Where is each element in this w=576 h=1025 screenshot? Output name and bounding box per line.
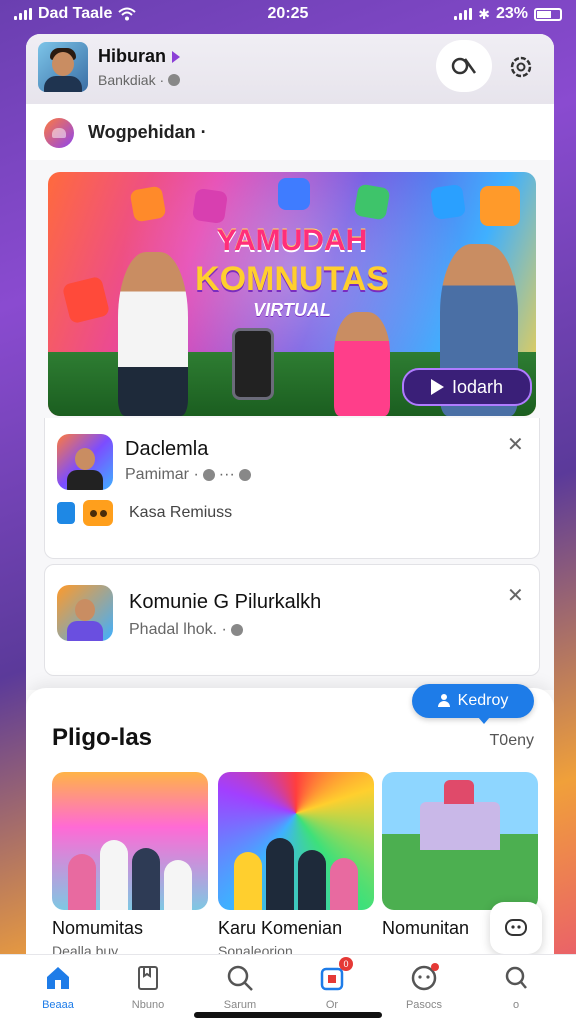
grid-item[interactable]: Karu Komenian Sonaleorion — [218, 772, 374, 959]
nav-chat-label: Pasocs — [405, 999, 443, 1011]
settings-button[interactable] — [504, 50, 538, 84]
app-icon — [129, 185, 167, 223]
grid-item[interactable]: Nomumitas Dealla buy — [52, 772, 208, 959]
featured-banner[interactable]: YAMUDAH KOMNUTAS VIRTUAL Iodarh — [48, 172, 536, 416]
nav-inbox-label: Or — [325, 999, 339, 1011]
discover-sheet: Kedroy Pligo-las T0eny Nomumitas Dealla … — [26, 684, 554, 959]
community-name: Wogpehidan · — [88, 122, 207, 142]
user-icon — [437, 694, 450, 708]
grid-item-image — [218, 772, 374, 910]
dismiss-card-button[interactable]: ✕ — [507, 432, 524, 457]
header-title: Hiburan — [98, 46, 167, 66]
banner-title-line1: YAMUDAH — [216, 224, 368, 257]
nav-chat[interactable]: Pasocs — [384, 963, 464, 1011]
follow-button-label: Kedroy — [457, 692, 509, 709]
close-button[interactable] — [436, 40, 492, 92]
card-subtitle: Phadal lhok. · — [129, 621, 227, 638]
close-icon — [451, 57, 477, 75]
status-right: ✱ 23% — [454, 5, 562, 23]
grid-item-label: Nomumitas — [52, 918, 144, 938]
dismiss-card-button[interactable]: ✕ — [507, 583, 524, 608]
chat-icon — [409, 963, 439, 993]
section-title: Pligo-las — [52, 724, 153, 751]
home-indicator — [194, 1012, 382, 1018]
app-header: Hiburan Bankdiak · — [26, 34, 554, 104]
group-icon — [238, 469, 251, 481]
app-icon — [480, 186, 520, 226]
community-grid: Nomumitas Dealla buy Karu Komenian Sonal… — [52, 772, 538, 959]
nav-search-label: Sarum — [223, 999, 257, 1011]
card-subtitle-row: Pamimar · ··· — [125, 466, 251, 484]
app-window: Hiburan Bankdiak · Wogpehidan · YAMUDAH … — [26, 34, 554, 1024]
grid-item-image — [52, 772, 208, 910]
header-subtitle: Bankdiak · — [98, 72, 165, 88]
header-subtitle-row: Bankdiak · — [98, 72, 181, 88]
see-all-link[interactable]: T0eny — [490, 732, 534, 750]
banner-title-line2: KOMNUTAS — [195, 260, 389, 298]
group-icon — [230, 624, 243, 636]
notification-badge: 0 — [339, 957, 353, 971]
nav-home[interactable]: Beaaa — [18, 963, 98, 1011]
app-icon — [353, 183, 391, 221]
bookmark-icon — [133, 963, 163, 993]
avatar[interactable] — [38, 42, 88, 92]
play-icon — [430, 379, 444, 395]
banner-title-line3: VIRTUAL — [253, 300, 331, 320]
battery-icon — [534, 7, 562, 21]
nav-home-label: Beaaa — [42, 999, 74, 1011]
grid-item-image — [382, 772, 538, 910]
person-figure — [334, 312, 390, 416]
ellipsis-icon: ··· — [218, 466, 235, 483]
app-icon — [429, 183, 467, 221]
nav-saved-label: Nbuno — [131, 999, 165, 1011]
home-icon — [43, 963, 73, 993]
lock-icon — [202, 469, 215, 481]
app-icon — [191, 187, 229, 225]
phone-illustration — [232, 328, 274, 400]
feed: YAMUDAH KOMNUTAS VIRTUAL Iodarh Daclemla… — [26, 160, 554, 690]
nav-inbox[interactable]: 0 Or — [292, 957, 372, 1011]
nav-profile-label: o — [512, 999, 520, 1011]
card-tag-label: Kasa Remiuss — [129, 504, 233, 521]
card-subtitle-row: Phadal lhok. · — [129, 621, 243, 639]
chat-bot-icon — [505, 919, 527, 936]
chat-fab-button[interactable] — [490, 902, 542, 954]
card-thumbnail — [57, 585, 113, 641]
profile-search-icon — [501, 963, 531, 993]
bluetooth-icon: ✱ — [478, 5, 490, 22]
community-card[interactable]: Komunie G Pilurkalkh Phadal lhok. · ✕ — [44, 564, 540, 676]
status-bar: Dad Taale 20:25 ✱ 23% — [0, 0, 576, 28]
cell-signal-icon — [454, 8, 473, 20]
watch-button-label: Iodarh — [451, 376, 504, 397]
app-icon — [278, 178, 310, 210]
card-title: Komunie G Pilurkalkh — [129, 591, 322, 613]
notification-dot — [431, 963, 439, 971]
nav-profile[interactable]: o — [476, 963, 556, 1011]
search-icon — [225, 963, 255, 993]
community-logo-icon — [44, 118, 74, 148]
nav-saved[interactable]: Nbuno — [108, 963, 188, 1011]
inbox-icon: 0 — [317, 957, 353, 993]
nav-search[interactable]: Sarum — [200, 963, 280, 1011]
card-tag-row[interactable]: Kasa Remiuss — [57, 500, 232, 526]
card-thumbnail — [57, 434, 113, 490]
follow-button[interactable]: Kedroy — [412, 684, 534, 724]
community-card[interactable]: Daclemla Pamimar · ··· ✕ Kasa Remiuss — [44, 418, 540, 559]
grid-item-label: Karu Komenian — [218, 918, 343, 938]
gear-icon — [510, 56, 532, 78]
battery-percent: 23% — [495, 5, 528, 22]
header-title-row: Hiburan — [98, 46, 181, 67]
card-title: Daclemla — [125, 438, 209, 460]
live-indicator-icon — [172, 50, 181, 63]
card-subtitle: Pamimar · — [125, 466, 199, 483]
emoji-icon — [83, 500, 113, 526]
tag-icon — [57, 502, 75, 524]
community-selector[interactable]: Wogpehidan · — [26, 104, 554, 161]
watch-button[interactable]: Iodarh — [402, 368, 532, 406]
globe-icon — [168, 74, 181, 86]
